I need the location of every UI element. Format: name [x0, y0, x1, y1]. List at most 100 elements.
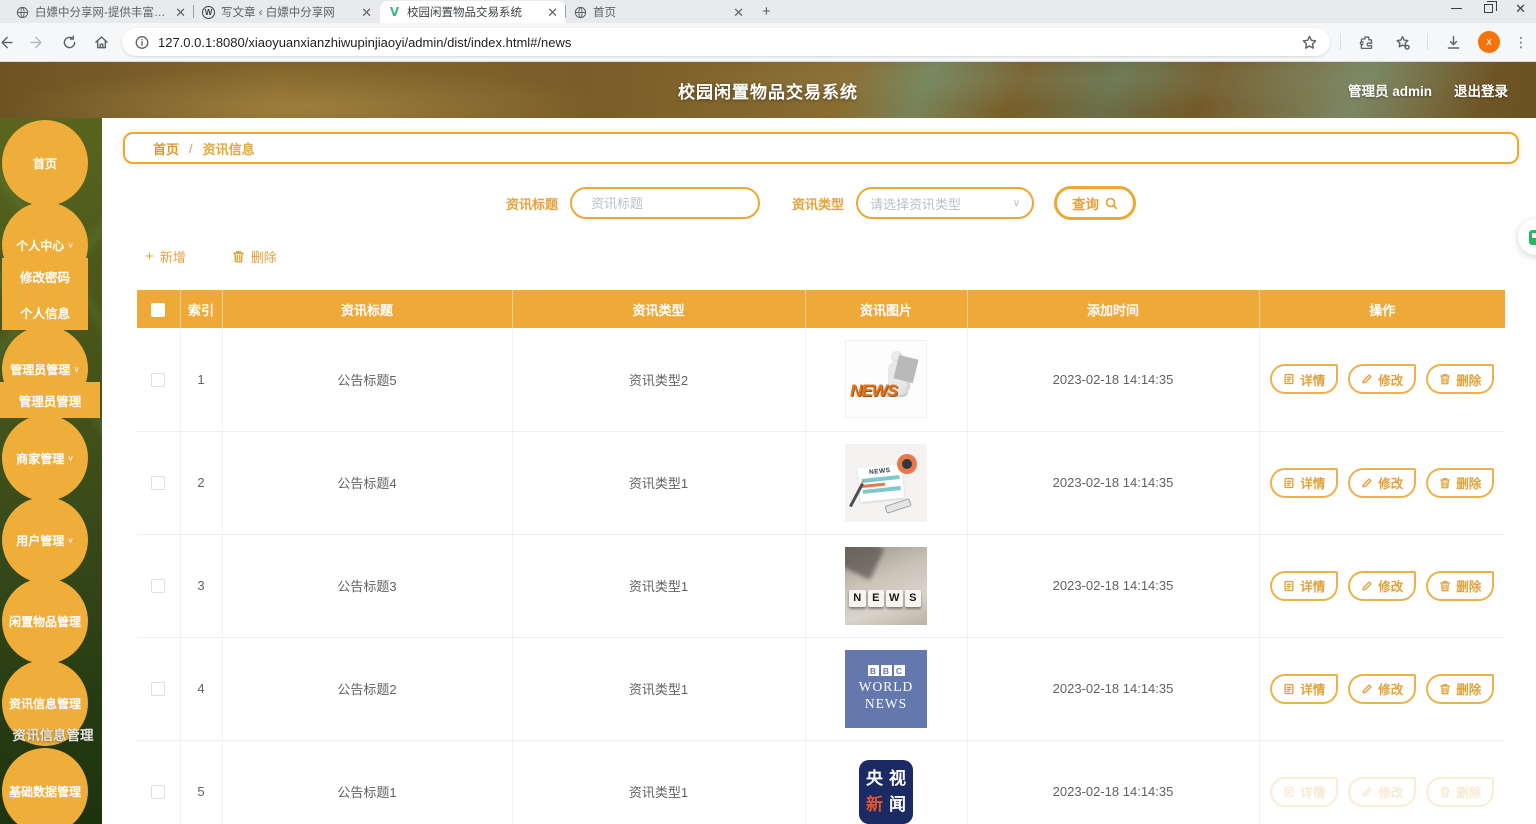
home-button[interactable] — [90, 31, 112, 53]
row-delete-button[interactable]: 删除 — [1426, 467, 1495, 498]
cell-index: 5 — [180, 740, 223, 824]
edit-button[interactable]: 修改 — [1348, 776, 1417, 807]
site-info-icon[interactable] — [134, 31, 150, 53]
close-window-button[interactable]: ✕ — [1515, 2, 1526, 15]
header-select-all — [137, 290, 181, 328]
edit-button[interactable]: 修改 — [1348, 673, 1417, 704]
tab-close-icon[interactable]: ✕ — [733, 6, 744, 19]
new-tab-button[interactable]: + — [762, 3, 771, 20]
column-header-time: 添加时间 — [967, 290, 1260, 328]
trash-icon — [1440, 580, 1451, 591]
tab-share-site[interactable]: 白嫖中分享网-提供丰富的 Java ✕ — [8, 1, 194, 23]
column-header-type: 资讯类型 — [512, 290, 806, 328]
cell-title: 公告标题4 — [222, 431, 513, 535]
maximize-button[interactable] — [1484, 1, 1498, 13]
profile-avatar[interactable]: x — [1478, 31, 1500, 53]
cell-title: 公告标题3 — [222, 534, 513, 638]
delete-button[interactable]: 删除 — [232, 247, 277, 266]
back-button[interactable] — [0, 31, 16, 53]
tab-write-post[interactable]: W 写文章 ‹ 白嫖中分享网 ✕ — [193, 1, 380, 23]
sidebar-subitem-admin-management[interactable]: 管理员管理 — [0, 382, 100, 418]
forward-button[interactable] — [26, 31, 48, 53]
chevron-down-icon: ∨ — [67, 240, 74, 249]
table-row: 4 公告标题2 资讯类型1 B B C WORLD NEWS 2023-02-1… — [137, 637, 1505, 741]
table-row: 1 公告标题5 资讯类型2 NEWS 2023-02-18 14:14:35 详… — [137, 328, 1505, 432]
browser-menu-icon[interactable]: ⋮ — [1514, 34, 1528, 51]
admin-user-label: 管理员 admin — [1347, 84, 1432, 99]
search-form: 资讯标题 资讯类型 请选择资讯类型 ∨ 查询 — [123, 186, 1519, 220]
extensions-icon[interactable] — [1355, 31, 1377, 53]
news-title-input[interactable] — [591, 195, 767, 211]
cell-index: 1 — [180, 328, 223, 432]
browser-chrome: 白嫖中分享网-提供丰富的 Java ✕ W 写文章 ‹ 白嫖中分享网 ✕ V 校… — [0, 0, 1536, 62]
divider — [1427, 34, 1428, 50]
news-type-select[interactable]: 请选择资讯类型 ∨ — [856, 187, 1035, 219]
sidebar-item-base-data-management[interactable]: 基础数据管理 — [2, 748, 88, 824]
news-image-flat-illustration: NEWS — [845, 443, 927, 522]
cell-time: 2023-02-18 14:14:35 — [967, 740, 1260, 824]
row-delete-button[interactable]: 删除 — [1426, 364, 1495, 395]
document-icon — [1284, 580, 1294, 591]
row-delete-button[interactable]: 删除 — [1426, 776, 1495, 807]
row-checkbox[interactable] — [151, 373, 166, 388]
download-icon[interactable] — [1442, 31, 1464, 53]
table-row: 3 公告标题3 资讯类型1 N E W S 2023-02-18 14:14:3… — [137, 534, 1505, 638]
row-delete-button[interactable]: 删除 — [1426, 673, 1495, 704]
reload-button[interactable] — [58, 31, 80, 53]
detail-button[interactable]: 详情 — [1270, 570, 1339, 601]
cell-type: 资讯类型1 — [512, 740, 806, 824]
row-checkbox[interactable] — [151, 785, 166, 800]
breadcrumb-current: 资讯信息 — [202, 141, 255, 157]
row-delete-button[interactable]: 删除 — [1426, 570, 1495, 601]
query-button[interactable]: 查询 — [1054, 186, 1137, 220]
sidebar-item-personal-info[interactable]: 个人信息 — [2, 294, 88, 330]
document-icon — [1284, 374, 1294, 385]
column-header-image: 资讯图片 — [805, 290, 968, 328]
logout-link[interactable]: 退出登录 — [1454, 80, 1508, 100]
sidebar-subitem-news-management[interactable]: 资讯信息管理 — [0, 724, 108, 744]
detail-button[interactable]: 详情 — [1270, 776, 1339, 807]
row-checkbox[interactable] — [151, 579, 166, 594]
sidebar-item-user-management[interactable]: 用户管理 ∨ — [2, 497, 88, 583]
tab-homepage[interactable]: 首页 ✕ — [565, 1, 752, 23]
cell-type: 资讯类型1 — [512, 637, 806, 741]
add-button[interactable]: + 新增 — [145, 247, 186, 266]
cell-title: 公告标题1 — [222, 740, 513, 824]
globe-icon — [574, 6, 587, 19]
pencil-icon — [1362, 580, 1372, 591]
tab-campus-system[interactable]: V 校园闲置物品交易系统 ✕ — [380, 1, 566, 23]
cell-index: 3 — [180, 534, 223, 638]
address-bar[interactable]: 127.0.0.1:8080/xiaoyuanxianzhiwupinjiaoy… — [122, 28, 1330, 56]
detail-button[interactable]: 详情 — [1270, 364, 1339, 395]
table-header-row: 索引 资讯标题 资讯类型 资讯图片 添加时间 操作 — [137, 290, 1505, 328]
row-checkbox[interactable] — [151, 476, 166, 491]
sidebar-item-merchant-management[interactable]: 商家管理 ∨ — [2, 415, 88, 501]
url-text[interactable]: 127.0.0.1:8080/xiaoyuanxianzhiwupinjiaoy… — [158, 35, 1290, 50]
select-all-checkbox[interactable] — [151, 302, 166, 317]
detail-button[interactable]: 详情 — [1270, 673, 1339, 704]
divider — [1340, 34, 1341, 50]
news-title-input-wrap — [570, 187, 767, 219]
edit-button[interactable]: 修改 — [1348, 364, 1417, 395]
edit-button[interactable]: 修改 — [1348, 570, 1417, 601]
tab-close-icon[interactable]: ✕ — [175, 6, 186, 19]
chevron-down-icon: ∨ — [67, 535, 74, 544]
row-checkbox[interactable] — [151, 682, 166, 697]
sidebar-item-change-password[interactable]: 修改密码 — [2, 258, 88, 294]
trash-icon — [232, 250, 244, 262]
edit-button[interactable]: 修改 — [1348, 467, 1417, 498]
detail-button[interactable]: 详情 — [1270, 467, 1339, 498]
minimize-button[interactable] — [1451, 7, 1463, 10]
bookmark-star-icon[interactable] — [1298, 31, 1320, 53]
sidebar-item-home[interactable]: 首页 — [2, 120, 88, 206]
bookmarks-panel-icon[interactable] — [1391, 31, 1413, 53]
document-icon — [1284, 786, 1294, 797]
tab-close-icon[interactable]: ✕ — [361, 6, 372, 19]
news-image-bbc: B B C WORLD NEWS — [845, 649, 927, 728]
cell-title: 公告标题5 — [222, 328, 513, 432]
sidebar-item-idle-goods-management[interactable]: 闲置物品管理 — [2, 578, 88, 664]
tab-title: 白嫖中分享网-提供丰富的 Java — [35, 7, 169, 19]
breadcrumb-home[interactable]: 首页 — [153, 139, 179, 158]
cell-index: 2 — [180, 431, 223, 535]
tab-close-icon[interactable]: ✕ — [547, 6, 558, 19]
